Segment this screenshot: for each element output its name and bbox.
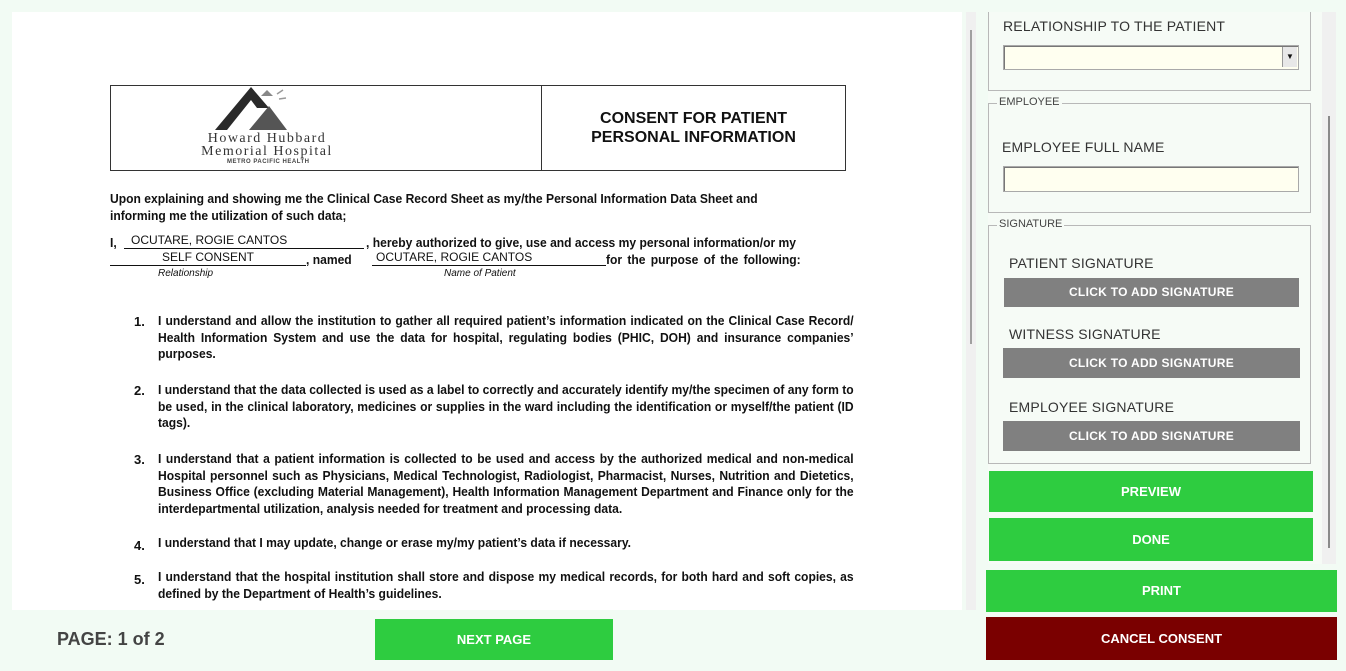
patient-name: OCUTARE, ROGIE CANTOS — [376, 250, 533, 264]
add-patient-signature-button[interactable]: CLICK TO ADD SIGNATURE — [1004, 278, 1299, 307]
logo-line-2: Memorial Hospital — [201, 144, 333, 159]
patient-name-caption: Name of Patient — [444, 268, 516, 279]
employee-fieldset: EMPLOYEE EMPLOYEE FULL NAME — [988, 96, 1311, 213]
signature-fieldset: SIGNATURE PATIENT SIGNATURE CLICK TO ADD… — [988, 218, 1311, 464]
relationship-value: SELF CONSENT — [162, 250, 255, 264]
consent-line-1-text: , hereby authorized to give, use and acc… — [366, 235, 796, 250]
named-text: , named — [306, 252, 352, 267]
title-line-2: PERSONAL INFORMATION — [591, 129, 796, 146]
employee-signature-label: EMPLOYEE SIGNATURE — [1009, 399, 1175, 415]
relationship-underline — [110, 265, 306, 266]
employee-full-name-input[interactable] — [1003, 166, 1299, 192]
employee-legend: EMPLOYEE — [997, 96, 1062, 108]
panel-scrollbar[interactable] — [1322, 12, 1336, 564]
item-4-text: I understand that I may update, change o… — [158, 535, 632, 550]
item-5-text: I understand that the hospital instituti… — [158, 569, 854, 601]
hospital-logo: Howard Hubbard Memorial Hospital METRO P… — [111, 86, 542, 170]
employee-full-name-label: EMPLOYEE FULL NAME — [1002, 139, 1165, 155]
cancel-consent-button[interactable]: CANCEL CONSENT — [986, 617, 1337, 660]
witness-signature-label: WITNESS SIGNATURE — [1009, 326, 1161, 342]
item-3-number: 3. — [134, 452, 145, 467]
document-scrollbar[interactable] — [966, 12, 976, 610]
panel-scrollbar-thumb[interactable] — [1328, 116, 1330, 548]
item-5-number: 5. — [134, 572, 145, 587]
signature-legend: SIGNATURE — [997, 218, 1065, 230]
signer-name-underline — [124, 248, 364, 249]
item-3-text: I understand that a patient information … — [158, 451, 854, 517]
print-button[interactable]: PRINT — [986, 570, 1337, 612]
add-employee-signature-button[interactable]: CLICK TO ADD SIGNATURE — [1003, 421, 1300, 451]
patient-signature-label: PATIENT SIGNATURE — [1009, 255, 1154, 271]
item-2-text: I understand that the data collected is … — [158, 382, 854, 431]
document-header: Howard Hubbard Memorial Hospital METRO P… — [110, 85, 846, 171]
mountain-logo-icon — [215, 87, 287, 130]
item-1-text: I understand and allow the institution t… — [158, 313, 854, 362]
relationship-fieldset: RELATIONSHIP TO THE PATIENT ▼ — [988, 12, 1311, 91]
add-witness-signature-button[interactable]: CLICK TO ADD SIGNATURE — [1003, 348, 1300, 378]
relationship-caption: Relationship — [158, 268, 214, 279]
chevron-down-icon[interactable]: ▼ — [1282, 47, 1297, 67]
purpose-text: for the purpose of the following: — [606, 252, 801, 267]
intro-paragraph: Upon explaining and showing me the Clini… — [110, 191, 758, 223]
title-line-1: CONSENT FOR PATIENT — [600, 110, 787, 127]
consent-form-panel: RELATIONSHIP TO THE PATIENT ▼ EMPLOYEE E… — [988, 12, 1322, 564]
item-4-number: 4. — [134, 538, 145, 553]
next-page-button[interactable]: NEXT PAGE — [375, 619, 613, 660]
relationship-select[interactable]: ▼ — [1003, 45, 1299, 70]
done-button[interactable]: DONE — [989, 518, 1313, 561]
relationship-label: RELATIONSHIP TO THE PATIENT — [1003, 18, 1226, 34]
page-indicator: PAGE: 1 of 2 — [57, 629, 165, 649]
document-title: CONSENT FOR PATIENT PERSONAL INFORMATION — [542, 86, 845, 170]
document-viewer: Howard Hubbard Memorial Hospital METRO P… — [12, 12, 962, 610]
item-1-number: 1. — [134, 314, 145, 329]
item-2-number: 2. — [134, 383, 145, 398]
preview-button[interactable]: PREVIEW — [989, 471, 1313, 512]
logo-subtitle: METRO PACIFIC HEALTH — [227, 159, 310, 165]
signer-name: OCUTARE, ROGIE CANTOS — [131, 233, 288, 247]
document-scrollbar-thumb[interactable] — [970, 30, 972, 344]
patient-name-underline — [372, 265, 606, 266]
